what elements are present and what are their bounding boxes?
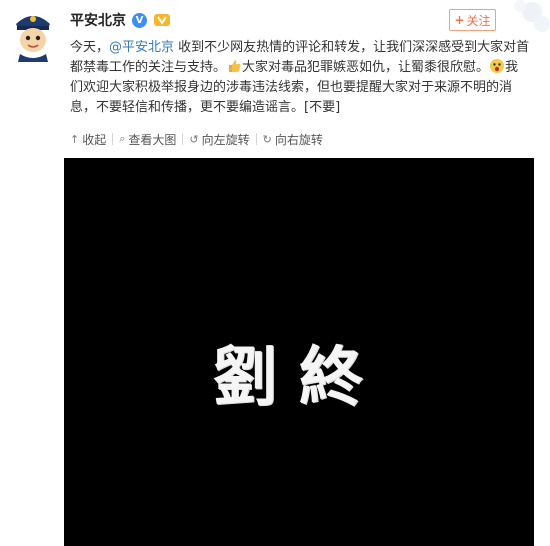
rotate-right-button[interactable]: ↻ 向右旋转 <box>257 131 329 147</box>
post-text-1: 今天， <box>70 40 110 55</box>
avatar[interactable] <box>10 6 56 62</box>
author-name[interactable]: 平安北京 <box>70 10 126 30</box>
collapse-icon: ↑ <box>70 132 80 146</box>
image-actions-bar: ↑ 收起 ⌕ 查看大图 ↺ 向左旋转 ↻ 向右旋转 <box>70 131 329 147</box>
image-caption: 劉終 <box>213 340 385 415</box>
verified-icon: V <box>132 12 147 28</box>
view-large-label: 查看大图 <box>128 132 177 147</box>
rotate-right-icon: ↻ <box>262 132 272 146</box>
follow-label: 关注 <box>466 13 491 28</box>
rotate-left-label: 向左旋转 <box>201 132 250 147</box>
medal-icon[interactable] <box>153 13 171 27</box>
magnify-icon: ⌕ <box>119 132 126 145</box>
thumbs-up-icon <box>229 60 241 72</box>
police-avatar-icon <box>10 6 56 62</box>
rotate-left-icon: ↺ <box>189 132 199 146</box>
post-content: 今天，@平安北京 收到不少网友热情的评论和转发，让我们深深感受到大家对首都禁毒工… <box>70 38 530 118</box>
corner-decoration <box>514 0 550 32</box>
collapse-label: 收起 <box>82 132 107 147</box>
follow-button[interactable]: + 关注 <box>449 9 496 31</box>
mention-link[interactable]: @平安北京 <box>109 40 174 55</box>
view-large-button[interactable]: ⌕ 查看大图 <box>113 131 182 147</box>
post-text-3: 大家对毒品犯罪嫉恶如仇，让蜀黍很欣慰。 <box>242 60 490 75</box>
post-image[interactable]: 劉終 <box>64 158 534 546</box>
rotate-right-label: 向右旋转 <box>274 132 323 147</box>
author-row: 平安北京 V <box>70 10 171 30</box>
plus-icon: + <box>454 13 465 27</box>
collapse-button[interactable]: ↑ 收起 <box>70 131 112 147</box>
rotate-left-button[interactable]: ↺ 向左旋转 <box>183 131 255 147</box>
surprised-face-icon <box>490 59 505 73</box>
